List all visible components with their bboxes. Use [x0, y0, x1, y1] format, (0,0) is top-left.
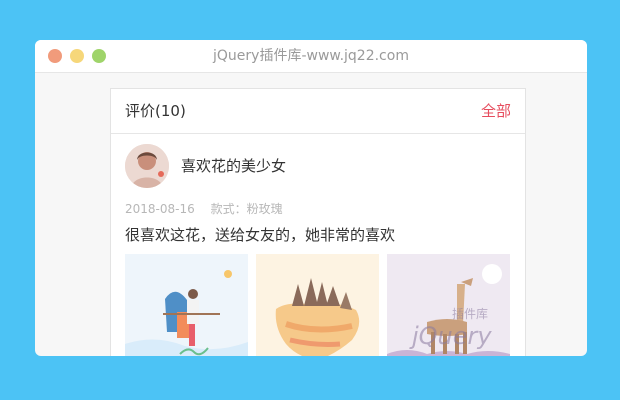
review-photos: 插件库 jQuery [125, 254, 510, 356]
review-variant: 款式：粉玫瑰 [210, 202, 283, 216]
window-title: jQuery插件库-www.jq22.com [213, 48, 409, 64]
review-date: 2018-08-16 [125, 202, 195, 216]
window-titlebar: jQuery插件库-www.jq22.com [35, 40, 587, 73]
reviewer-name: 喜欢花的美少女 [181, 157, 287, 175]
review-meta: 2018-08-16 款式：粉玫瑰 [125, 200, 283, 217]
review-photo[interactable] [256, 254, 379, 356]
svg-text:jQuery: jQuery [409, 322, 492, 350]
avatar[interactable] [125, 144, 169, 188]
avatar-illustration-icon [125, 144, 169, 188]
bear-forest-illustration-icon [256, 254, 379, 356]
reviews-header: 评价(10) 全部 [111, 89, 525, 134]
watermark: 插件库 jQuery [408, 304, 500, 352]
review-photo[interactable]: 插件库 jQuery [387, 254, 510, 356]
couple-illustration-icon [125, 254, 248, 356]
reviews-card: 评价(10) 全部 喜欢花的美少女 2018-08-16 款式：粉玫瑰 很喜欢这… [110, 88, 526, 356]
view-all-link[interactable]: 全部 [481, 89, 511, 133]
jquery-watermark-icon: 插件库 jQuery [409, 306, 492, 350]
review-photo[interactable] [125, 254, 248, 356]
browser-window: jQuery插件库-www.jq22.com 评价(10) 全部 喜欢花的美少女… [35, 40, 587, 356]
review-comment: 很喜欢这花，送给女友的，她非常的喜欢 [125, 226, 396, 244]
svg-text:插件库: 插件库 [452, 306, 488, 321]
reviews-title: 评价(10) [125, 102, 186, 120]
